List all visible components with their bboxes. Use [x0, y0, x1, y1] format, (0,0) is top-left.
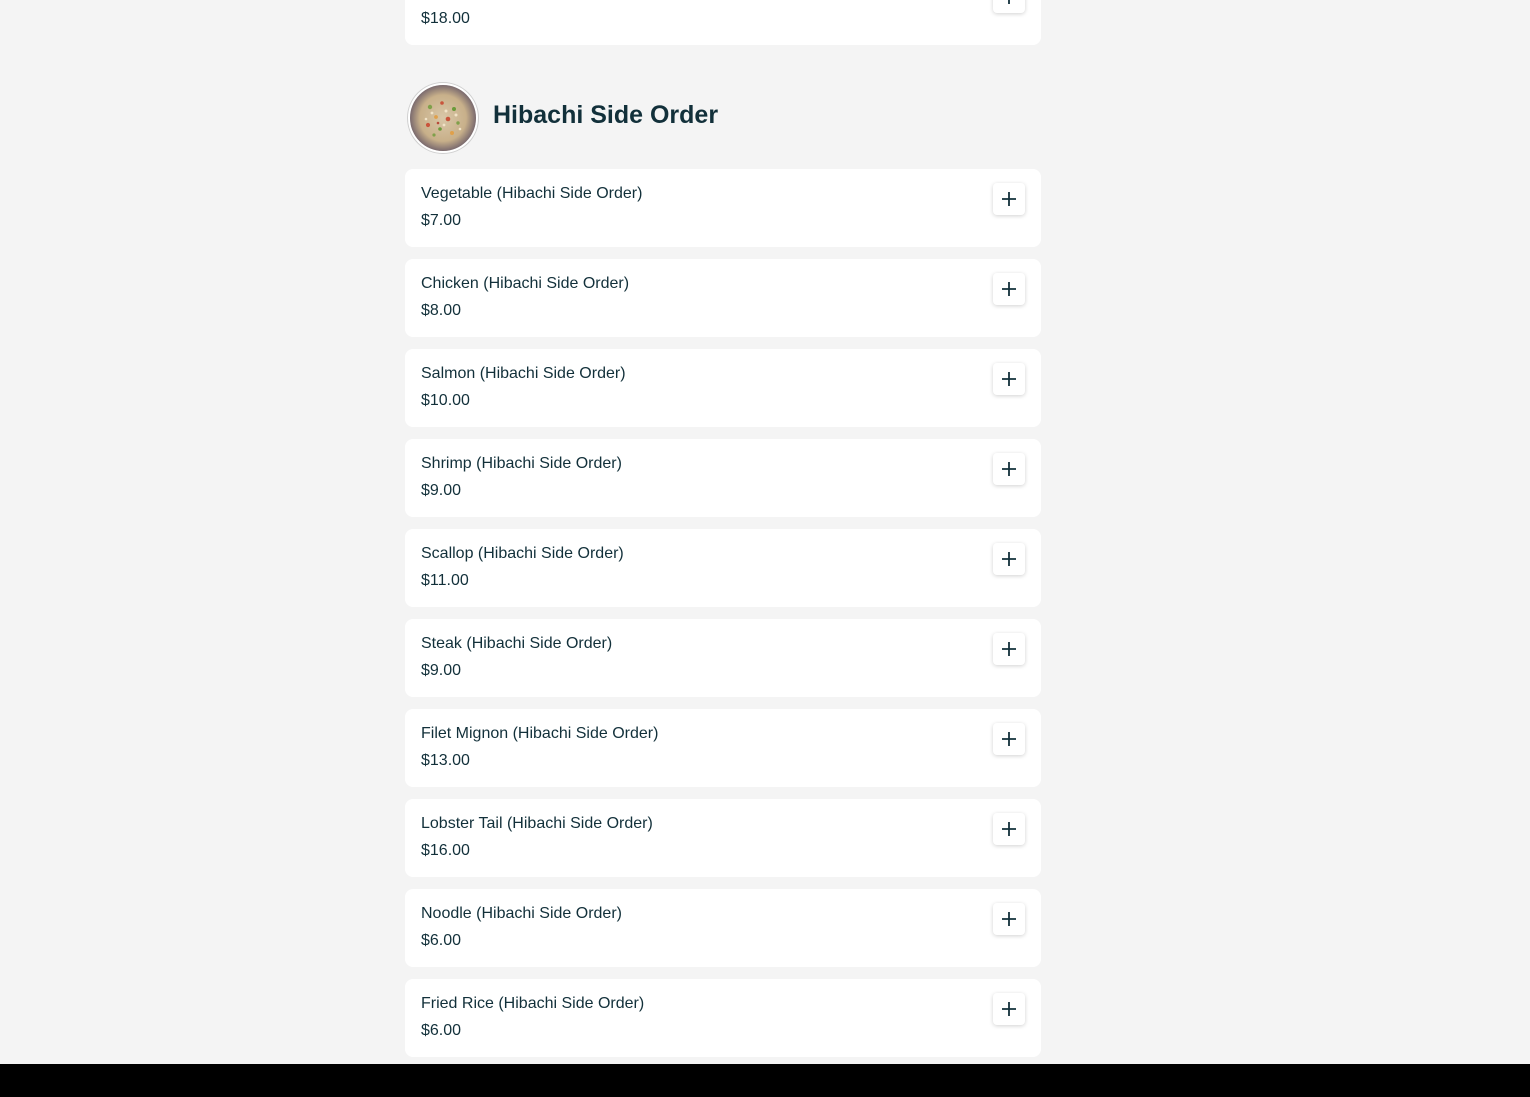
item-name: Chicken (Hibachi Side Order) — [421, 275, 630, 292]
item-price: $9.00 — [421, 662, 462, 679]
plus-icon — [1002, 732, 1016, 746]
plus-icon — [1002, 192, 1016, 206]
menu-item-card-previous[interactable]: $18.00 — [405, 0, 1041, 45]
menu-items-list: Vegetable (Hibachi Side Order) $7.00 Chi… — [405, 169, 1041, 1064]
item-name: Salmon (Hibachi Side Order) — [421, 365, 626, 382]
menu-item-card[interactable]: Lobster Tail (Hibachi Side Order) $16.00 — [405, 799, 1041, 877]
item-price: $18.00 — [421, 10, 470, 27]
add-item-button[interactable] — [993, 993, 1025, 1025]
item-price: $16.00 — [421, 842, 470, 859]
item-price: $13.00 — [421, 752, 470, 769]
bottom-bar — [0, 1064, 1530, 1097]
item-name: Fried Rice (Hibachi Side Order) — [421, 995, 645, 1012]
item-name: Filet Mignon (Hibachi Side Order) — [421, 725, 659, 742]
menu-item-card[interactable]: Shrimp (Hibachi Side Order) $9.00 — [405, 439, 1041, 517]
add-item-button[interactable] — [993, 183, 1025, 215]
plus-icon — [1002, 552, 1016, 566]
add-item-button[interactable] — [993, 633, 1025, 665]
add-item-button[interactable] — [993, 273, 1025, 305]
menu-item-card[interactable]: Salmon (Hibachi Side Order) $10.00 — [405, 349, 1041, 427]
item-name: Noodle (Hibachi Side Order) — [421, 905, 622, 922]
menu-item-card[interactable]: Steak (Hibachi Side Order) $9.00 — [405, 619, 1041, 697]
category-title: Hibachi Side Order — [493, 101, 719, 129]
menu-item-card[interactable]: Noodle (Hibachi Side Order) $6.00 — [405, 889, 1041, 967]
item-price: $6.00 — [421, 932, 462, 949]
menu-item-card[interactable]: Chicken (Hibachi Side Order) $8.00 — [405, 259, 1041, 337]
add-item-button[interactable] — [993, 0, 1025, 13]
menu-viewport: $18.00 Hibachi Side Order Vegetable (Hib… — [0, 0, 1530, 1064]
item-name: Lobster Tail (Hibachi Side Order) — [421, 815, 653, 832]
category-thumbnail — [408, 83, 478, 153]
add-item-button[interactable] — [993, 813, 1025, 845]
category-header: Hibachi Side Order — [405, 82, 1041, 153]
plus-icon — [1002, 822, 1016, 836]
fried-rice-photo-icon — [410, 85, 476, 151]
menu-item-card[interactable]: Filet Mignon (Hibachi Side Order) $13.00 — [405, 709, 1041, 787]
item-price: $11.00 — [421, 572, 469, 589]
add-item-button[interactable] — [993, 543, 1025, 575]
plus-icon — [1002, 282, 1016, 296]
item-price: $9.00 — [421, 482, 462, 499]
add-item-button[interactable] — [993, 453, 1025, 485]
item-name: Steak (Hibachi Side Order) — [421, 635, 613, 652]
add-item-button[interactable] — [993, 723, 1025, 755]
plus-icon — [1002, 462, 1016, 476]
menu-item-card[interactable]: Scallop (Hibachi Side Order) $11.00 — [405, 529, 1041, 607]
plus-icon — [1002, 1002, 1016, 1016]
add-item-button[interactable] — [993, 903, 1025, 935]
item-name: Vegetable (Hibachi Side Order) — [421, 185, 643, 202]
plus-icon — [1008, 0, 1010, 4]
item-price: $8.00 — [421, 302, 462, 319]
item-name: Shrimp (Hibachi Side Order) — [421, 455, 622, 472]
add-item-button[interactable] — [993, 363, 1025, 395]
menu-item-card[interactable]: Fried Rice (Hibachi Side Order) $6.00 — [405, 979, 1041, 1057]
menu-item-card[interactable]: Vegetable (Hibachi Side Order) $7.00 — [405, 169, 1041, 247]
plus-icon — [1002, 912, 1016, 926]
item-name: Scallop (Hibachi Side Order) — [421, 545, 624, 562]
plus-icon — [1002, 372, 1016, 386]
item-price: $6.00 — [421, 1022, 462, 1039]
item-price: $7.00 — [421, 212, 462, 229]
plus-icon — [1002, 642, 1016, 656]
item-price: $10.00 — [421, 392, 470, 409]
